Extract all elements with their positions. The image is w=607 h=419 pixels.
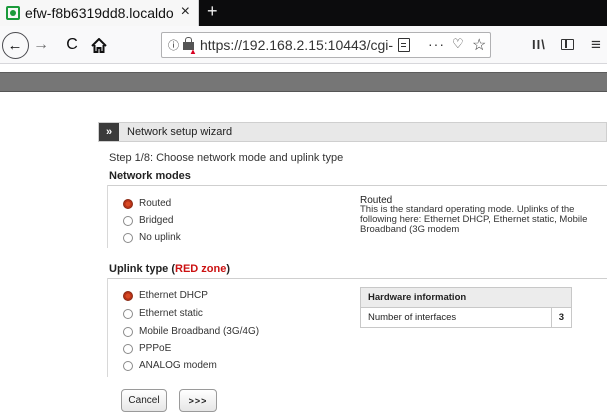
radio-unselected-icon bbox=[123, 215, 133, 226]
next-button[interactable]: >>> bbox=[179, 389, 217, 412]
radio-label: Ethernet static bbox=[139, 308, 203, 319]
page-header-bar bbox=[0, 72, 607, 92]
network-modes-heading: Network modes bbox=[109, 170, 191, 182]
address-bar[interactable]: ⓘ ▲ https://192.168.2.15:10443/cgi- ··· … bbox=[161, 32, 491, 58]
home-icon[interactable] bbox=[89, 26, 109, 64]
radio-label: ANALOG modem bbox=[139, 360, 217, 371]
interfaces-count: 3 bbox=[550, 307, 573, 328]
radio-label: Ethernet DHCP bbox=[139, 290, 208, 301]
pocket-icon[interactable]: ♡ bbox=[452, 36, 464, 52]
hardware-info-table: Hardware information Number of interface… bbox=[360, 287, 573, 328]
radio-ethernet-static[interactable]: Ethernet static bbox=[123, 308, 203, 319]
table-row: Number of interfaces 3 bbox=[360, 307, 573, 328]
mode-description-body: This is the standard operating mode. Upl… bbox=[360, 204, 588, 235]
radio-label: Routed bbox=[139, 198, 172, 209]
red-zone-label: RED zone bbox=[175, 263, 227, 275]
radio-pppoe[interactable]: PPPoE bbox=[123, 343, 171, 354]
browser-tab-strip: efw-f8b6319dd8.localdo × + bbox=[0, 0, 607, 26]
reload-icon[interactable]: C bbox=[63, 26, 81, 64]
collapse-toggle-icon[interactable]: » bbox=[99, 123, 119, 141]
sidebar-toggle-icon[interactable] bbox=[561, 39, 574, 50]
url-text[interactable]: https://192.168.2.15:10443/cgi- bbox=[200, 37, 394, 53]
hamburger-menu-icon[interactable]: ≡ bbox=[591, 35, 601, 55]
site-info-icon[interactable]: ⓘ bbox=[168, 37, 179, 53]
wizard-title: Network setup wizard bbox=[127, 126, 233, 138]
radio-ethernet-dhcp[interactable]: Ethernet DHCP bbox=[123, 290, 208, 301]
browser-tab[interactable]: efw-f8b6319dd8.localdo × bbox=[0, 0, 199, 26]
wizard-title-bar: » Network setup wizard bbox=[98, 122, 607, 142]
warning-icon: ▲ bbox=[189, 47, 197, 56]
hardware-info-header: Hardware information bbox=[360, 287, 572, 308]
radio-unselected-icon bbox=[123, 360, 133, 371]
library-icon[interactable]: II\ bbox=[532, 37, 546, 52]
radio-unselected-icon bbox=[123, 326, 133, 337]
radio-unselected-icon bbox=[123, 343, 133, 354]
radio-selected-icon bbox=[123, 290, 133, 301]
cancel-button[interactable]: Cancel bbox=[121, 389, 167, 412]
uplink-heading-prefix: Uplink type ( bbox=[109, 263, 176, 275]
reader-view-icon[interactable] bbox=[398, 38, 410, 52]
step-indicator: Step 1/8: Choose network mode and uplink… bbox=[109, 152, 344, 164]
network-setup-wizard: » Network setup wizard Step 1/8: Choose … bbox=[98, 122, 607, 419]
radio-mobile-broadband[interactable]: Mobile Broadband (3G/4G) bbox=[123, 326, 259, 337]
back-arrow-icon: ← bbox=[1, 31, 29, 59]
radio-label: PPPoE bbox=[139, 343, 172, 354]
tab-close-icon[interactable]: × bbox=[181, 3, 190, 21]
radio-selected-icon bbox=[123, 198, 133, 209]
uplink-heading-suffix: ) bbox=[226, 263, 231, 275]
radio-label: Mobile Broadband (3G/4G) bbox=[139, 326, 260, 337]
radio-unselected-icon bbox=[123, 232, 133, 243]
radio-routed[interactable]: Routed bbox=[123, 198, 171, 209]
new-tab-icon[interactable]: + bbox=[207, 1, 218, 22]
tab-title: efw-f8b6319dd8.localdo bbox=[25, 5, 174, 21]
uplink-type-heading: Uplink type (RED zone) bbox=[109, 263, 230, 275]
bookmark-star-icon[interactable]: ☆ bbox=[472, 35, 486, 55]
radio-label: Bridged bbox=[139, 215, 174, 226]
back-button[interactable]: ← bbox=[0, 26, 30, 64]
radio-unselected-icon bbox=[123, 308, 133, 319]
radio-no-uplink[interactable]: No uplink bbox=[123, 232, 181, 243]
radio-bridged[interactable]: Bridged bbox=[123, 215, 173, 226]
radio-analog-modem[interactable]: ANALOG modem bbox=[123, 360, 217, 371]
radio-label: No uplink bbox=[139, 232, 181, 243]
forward-arrow-icon[interactable]: → bbox=[33, 26, 49, 64]
page-actions-icon[interactable]: ··· bbox=[428, 36, 445, 52]
site-favicon-icon bbox=[6, 6, 20, 20]
browser-toolbar: ← → C ⓘ ▲ https://192.168.2.15:10443/cgi… bbox=[0, 26, 607, 64]
interfaces-label: Number of interfaces bbox=[360, 307, 552, 328]
